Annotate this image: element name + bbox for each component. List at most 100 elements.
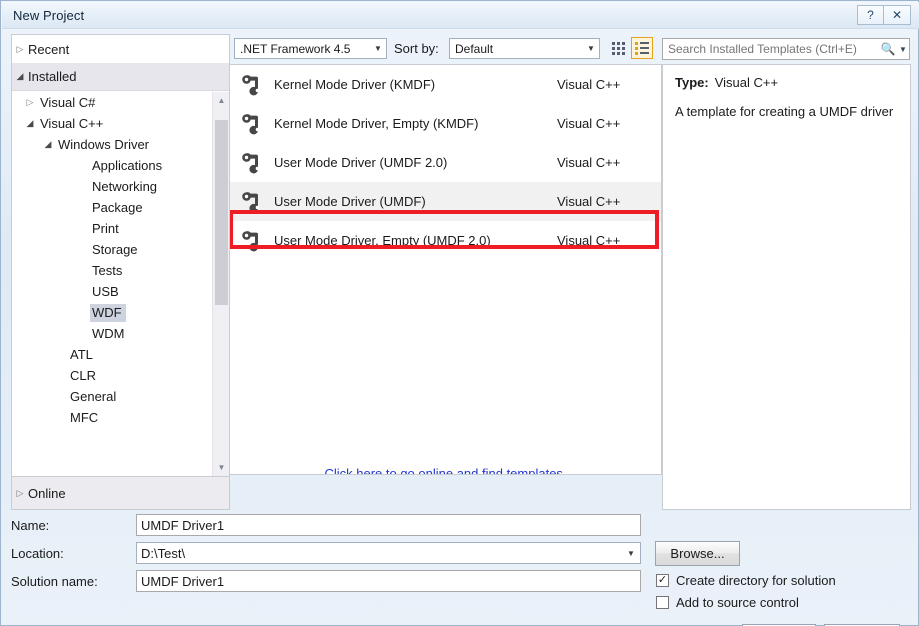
driver-template-icon: [230, 111, 274, 137]
sidebar-item-label: Storage: [92, 241, 138, 257]
template-language: Visual C++: [557, 233, 621, 248]
driver-template-icon: [242, 74, 260, 95]
sidebar-item-clr[interactable]: CLR: [12, 365, 208, 386]
sidebar-item-label: Print: [92, 220, 119, 236]
help-button[interactable]: ?: [857, 5, 884, 25]
sidebar-item-label: Package: [92, 199, 143, 215]
sidebar-item-wdf[interactable]: WDF: [12, 302, 208, 323]
templates-toolbar: .NET Framework 4.5 ▼ Sort by: Default ▼: [230, 34, 662, 64]
sort-by-value: Default: [455, 41, 494, 56]
template-description: A template for creating a UMDF driver: [675, 104, 894, 119]
template-type-row: Type: Visual C++: [675, 75, 898, 90]
driver-template-icon: [242, 230, 260, 251]
sidebar-item-wdm[interactable]: WDM: [12, 323, 208, 344]
solution-name-row: Solution name:: [11, 570, 641, 592]
templates-tree-panel: ▷ Recent ◢ Installed Visual Basic▷Visual…: [11, 34, 230, 477]
grid-view-icon[interactable]: [607, 37, 629, 59]
list-view-icon[interactable]: [631, 37, 653, 59]
sidebar-item-usb[interactable]: USB: [12, 281, 208, 302]
checkbox-unchecked-icon: [656, 596, 669, 609]
template-language: Visual C++: [557, 194, 621, 209]
driver-template-icon: [230, 72, 274, 98]
sidebar-section-online[interactable]: ▷ Online: [11, 477, 230, 510]
sidebar-section-recent[interactable]: ▷ Recent: [12, 35, 229, 63]
tree-scrollbar[interactable]: ▲ ▼: [212, 92, 229, 476]
sidebar-item-label: WDF: [90, 303, 126, 322]
dialog-content: ▷ Recent ◢ Installed Visual Basic▷Visual…: [11, 34, 911, 626]
driver-template-icon: [242, 152, 260, 173]
sidebar-section-installed[interactable]: ◢ Installed: [12, 63, 229, 91]
solution-name-label: Solution name:: [11, 573, 98, 589]
template-name: User Mode Driver, Empty (UMDF 2.0): [274, 233, 491, 248]
sidebar-item-visual-c[interactable]: ▷ Visual C#: [12, 92, 208, 113]
sidebar-recent-label: Recent: [28, 41, 70, 57]
template-list-item[interactable]: User Mode Driver, Empty (UMDF 2.0) Visual…: [230, 221, 661, 260]
sidebar-item-label: ATL: [70, 346, 93, 362]
create-directory-checkbox[interactable]: ✓ Create directory for solution: [656, 573, 836, 588]
template-list-item[interactable]: Kernel Mode Driver, Empty (KMDF) Visual C…: [230, 104, 661, 143]
template-name: User Mode Driver (UMDF): [274, 194, 426, 209]
sidebar-item-tests[interactable]: Tests: [12, 260, 208, 281]
sort-by-select[interactable]: Default ▼: [449, 38, 600, 59]
chevron-down-icon[interactable]: ▼: [897, 45, 909, 54]
window-frame: New Project ? ✕ ▷ Recent ◢ Installed ▷ V…: [0, 0, 919, 626]
sidebar-item-label: Tests: [92, 262, 123, 278]
template-name: User Mode Driver (UMDF 2.0): [274, 155, 448, 170]
sidebar-item-package[interactable]: Package: [12, 197, 208, 218]
sidebar-item-visual-c[interactable]: ◢ Visual C++: [12, 113, 208, 134]
framework-select[interactable]: .NET Framework 4.5 ▼: [234, 38, 387, 59]
sidebar-item-label: General: [70, 388, 117, 404]
template-list-item[interactable]: User Mode Driver (UMDF 2.0) Visual C++: [230, 143, 661, 182]
sidebar-item-label: MFC: [70, 409, 99, 425]
browse-button-label: Browse...: [670, 546, 725, 561]
scrollbar-thumb[interactable]: [215, 120, 228, 305]
search-box[interactable]: 🔍 ▼: [662, 38, 910, 60]
online-templates-link[interactable]: Click here to go online and find templat…: [324, 466, 566, 474]
sort-by-label: Sort by:: [394, 41, 439, 56]
new-project-dialog: New Project ? ✕ ▷ Recent ◢ Installed ▷ V…: [0, 0, 919, 626]
chevron-down-icon: ▼: [587, 44, 595, 53]
source-control-checkbox[interactable]: Add to source control: [656, 595, 799, 610]
chevron-right-icon: ▷: [16, 43, 24, 54]
chevron-right-icon: ▷: [16, 487, 24, 498]
driver-template-icon: [230, 189, 274, 215]
template-list-item[interactable]: User Mode Driver (UMDF) Visual C++: [230, 182, 661, 221]
tree-list: Visual Basic▷Visual C#◢Visual C++◢Window…: [12, 92, 208, 428]
chevron-down-icon: ▼: [374, 44, 382, 53]
location-input[interactable]: [137, 543, 622, 563]
solution-name-input[interactable]: [136, 570, 641, 592]
browse-button[interactable]: Browse...: [655, 541, 740, 566]
template-type-label: Type:: [675, 75, 709, 90]
location-combo[interactable]: ▼: [136, 542, 641, 564]
sidebar-item-networking[interactable]: Networking: [12, 176, 208, 197]
search-input[interactable]: [663, 39, 879, 59]
location-label: Location:: [11, 545, 64, 561]
template-details-panel: Type: Visual C++ A template for creating …: [662, 64, 911, 510]
chevron-down-icon: ◢: [44, 139, 52, 149]
sidebar-item-label: Networking: [92, 178, 158, 194]
online-templates-link-wrap: Click here to go online and find templat…: [230, 465, 661, 474]
template-list-item[interactable]: Kernel Mode Driver (KMDF) Visual C++: [230, 65, 661, 104]
scroll-down-arrow-icon[interactable]: ▼: [213, 459, 230, 476]
sidebar-item-atl[interactable]: ATL: [12, 344, 208, 365]
sidebar-item-windows-driver[interactable]: ◢ Windows Driver: [12, 134, 208, 155]
sidebar-item-general[interactable]: General: [12, 386, 208, 407]
sidebar-item-mfc[interactable]: MFC: [12, 407, 208, 428]
close-button[interactable]: ✕: [884, 5, 911, 25]
sidebar-installed-label: Installed: [28, 69, 77, 84]
name-label: Name:: [11, 517, 50, 533]
sidebar-item-label: USB: [92, 283, 119, 299]
templates-list[interactable]: Kernel Mode Driver (KMDF) Visual C++ Kerne…: [230, 64, 662, 475]
search-icon[interactable]: 🔍: [879, 42, 897, 56]
question-mark-icon: ?: [867, 8, 874, 22]
sidebar-item-storage[interactable]: Storage: [12, 239, 208, 260]
name-input[interactable]: [136, 514, 641, 536]
sidebar-item-print[interactable]: Print: [12, 218, 208, 239]
template-name: Kernel Mode Driver, Empty (KMDF): [274, 116, 479, 131]
driver-template-icon: [230, 150, 274, 176]
title-bar: New Project ? ✕: [2, 2, 919, 29]
window-title: New Project: [13, 8, 85, 23]
sidebar-item-applications[interactable]: Applications: [12, 155, 208, 176]
template-language: Visual C++: [557, 155, 621, 170]
scroll-up-arrow-icon[interactable]: ▲: [213, 92, 230, 109]
